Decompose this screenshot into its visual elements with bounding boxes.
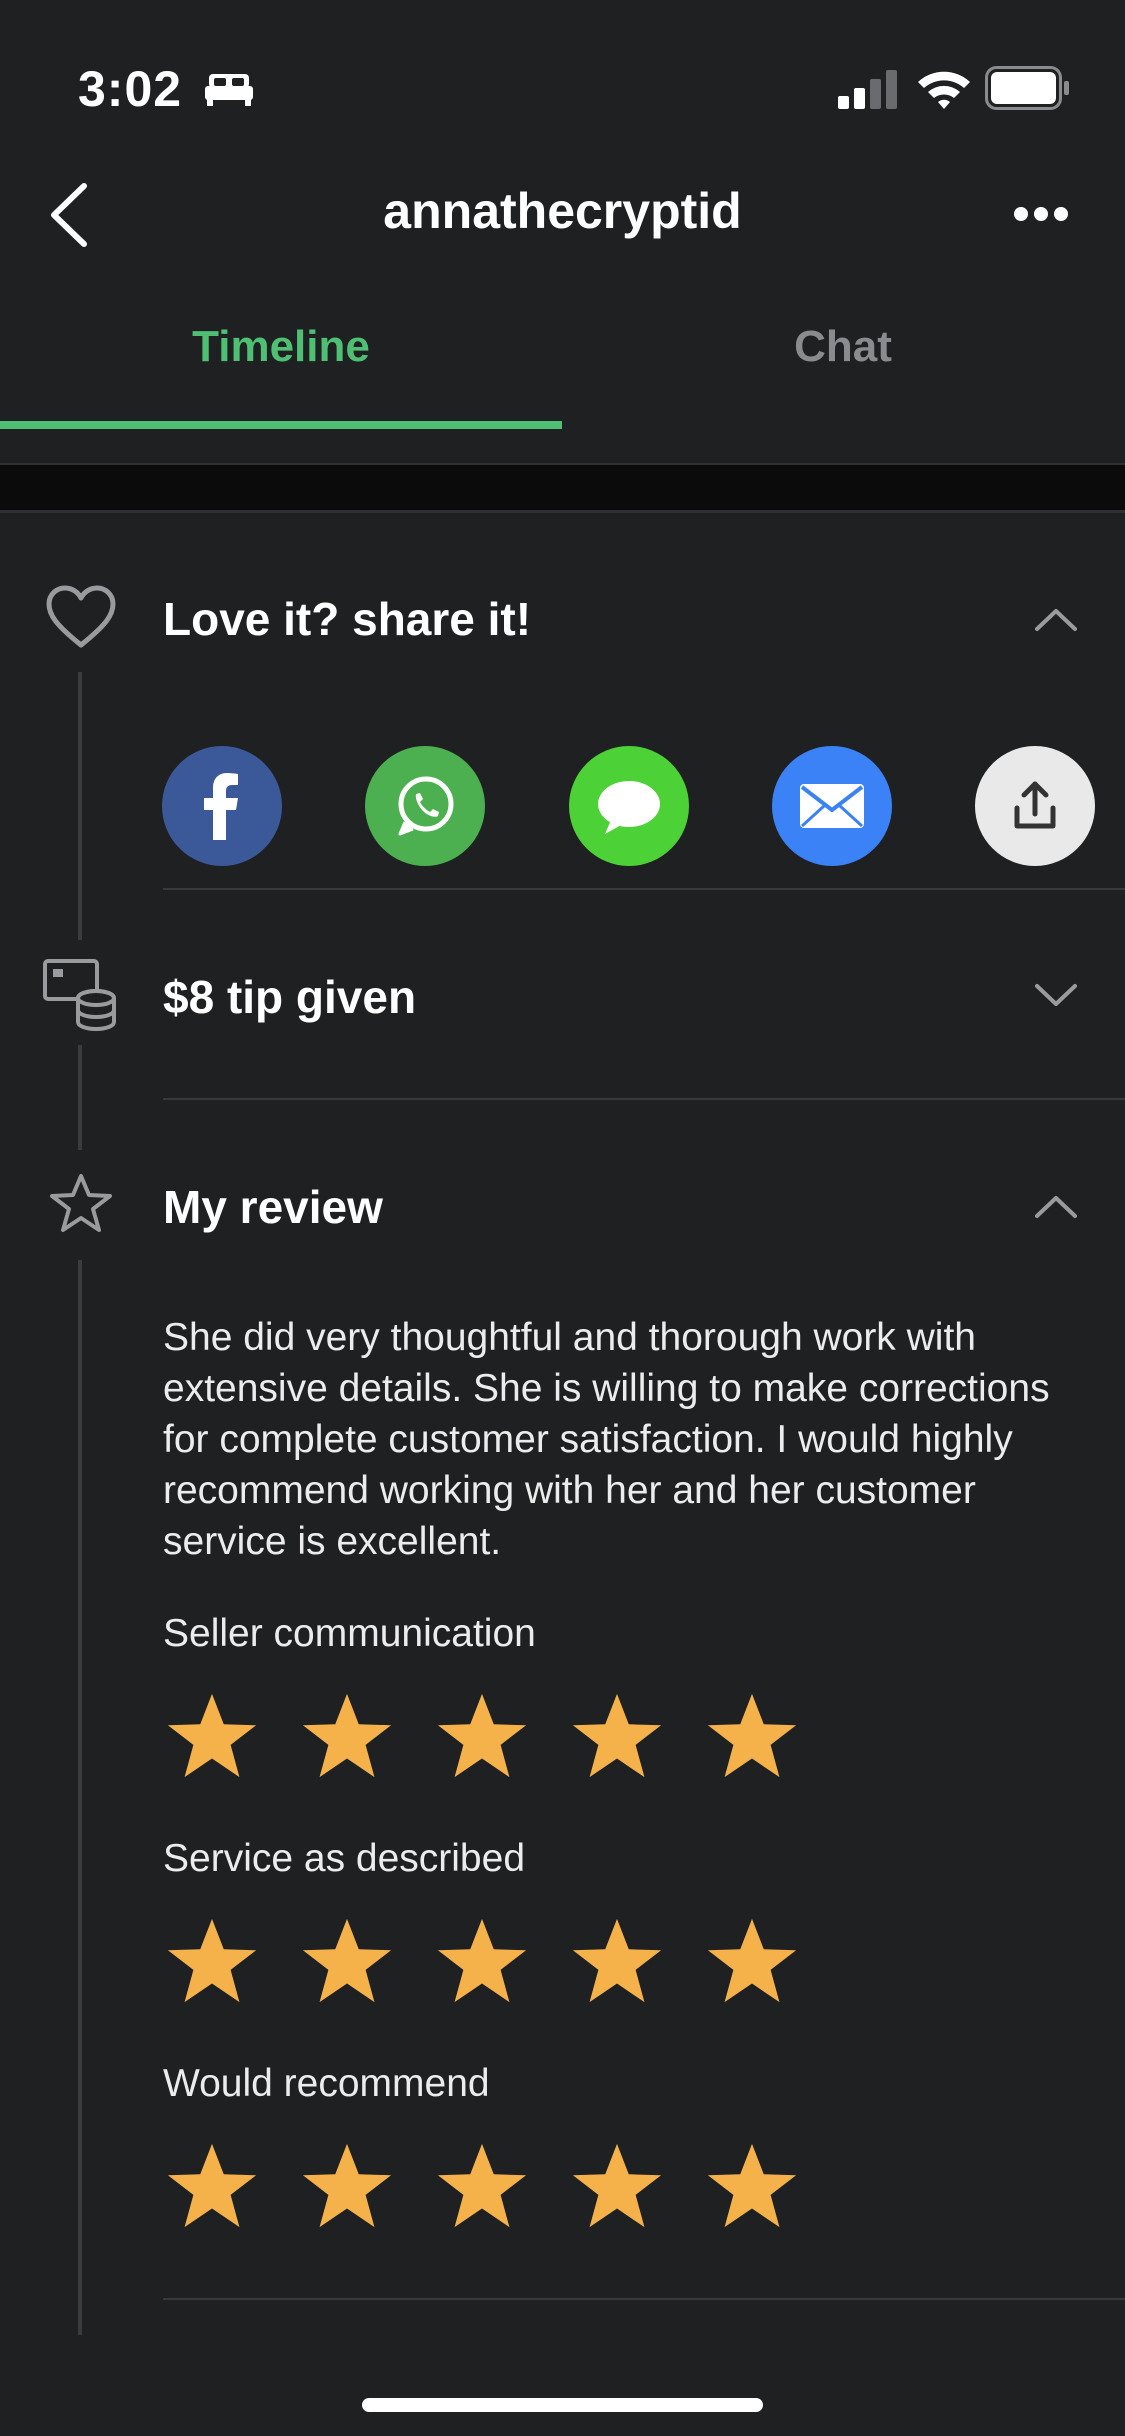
messages-share-button[interactable]: [569, 746, 689, 866]
share-icon: [1014, 781, 1056, 829]
page-title: annathecryptid: [383, 183, 742, 239]
heart-icon: [46, 585, 116, 648]
email-icon: [800, 784, 864, 828]
wifi-icon: [918, 71, 970, 109]
chevron-down-icon[interactable]: [1034, 982, 1078, 1008]
whatsapp-icon: [398, 776, 454, 836]
section-divider: [163, 2298, 1125, 2300]
more-share-button[interactable]: [975, 746, 1095, 866]
rating-star-icon: [437, 2143, 527, 2228]
rating-star-icon: [707, 2143, 797, 2228]
rating-star-icon: [437, 1918, 527, 2003]
rating-star-icon: [167, 1693, 257, 1778]
battery-icon: [985, 66, 1069, 110]
share-section-title[interactable]: Love it? share it!: [163, 592, 531, 646]
home-indicator: [362, 2398, 763, 2412]
timeline-line: [78, 672, 82, 940]
rating-star-icon: [572, 2143, 662, 2228]
chevron-up-icon[interactable]: [1034, 607, 1078, 633]
timeline-line: [78, 1260, 82, 2335]
rating-star-icon: [167, 2143, 257, 2228]
rating-star-icon: [572, 1693, 662, 1778]
section-spacer: [0, 465, 1125, 510]
tip-coins-icon: [43, 959, 116, 1032]
email-share-button[interactable]: [772, 746, 892, 866]
facebook-icon: [204, 773, 238, 840]
facebook-share-button[interactable]: [162, 746, 282, 866]
tab-chat[interactable]: Chat: [562, 322, 1124, 372]
section-spacer-divider: [0, 510, 1125, 513]
star-outline-icon: [50, 1174, 112, 1232]
section-divider: [163, 1098, 1125, 1100]
rating-star-icon: [302, 1918, 392, 2003]
tip-section-title[interactable]: $8 tip given: [163, 970, 416, 1024]
whatsapp-share-button[interactable]: [365, 746, 485, 866]
timeline-line: [78, 1045, 82, 1150]
bed-icon: [205, 74, 253, 106]
section-divider: [163, 888, 1125, 890]
rating-star-icon: [437, 1693, 527, 1778]
review-section-title[interactable]: My review: [163, 1180, 383, 1234]
rating-star-icon: [572, 1918, 662, 2003]
rating-label-seller-communication: Seller communication: [163, 1612, 536, 1655]
active-tab-indicator: [0, 421, 562, 429]
rating-star-icon: [707, 1693, 797, 1778]
messages-icon: [598, 781, 660, 834]
rating-star-icon: [302, 1693, 392, 1778]
status-time: 3:02: [78, 61, 183, 117]
chevron-up-icon[interactable]: [1034, 1194, 1078, 1220]
rating-star-icon: [707, 1918, 797, 2003]
cellular-signal-icon: [838, 70, 897, 109]
rating-label-would-recommend: Would recommend: [163, 2062, 490, 2105]
tab-timeline[interactable]: Timeline: [0, 322, 562, 372]
rating-star-icon: [167, 1918, 257, 2003]
rating-label-service-as-described: Service as described: [163, 1837, 526, 1880]
rating-star-icon: [302, 2143, 392, 2228]
review-text: She did very thoughtful and thorough wor…: [163, 1316, 1050, 1563]
more-horizontal-icon[interactable]: [1014, 204, 1068, 224]
